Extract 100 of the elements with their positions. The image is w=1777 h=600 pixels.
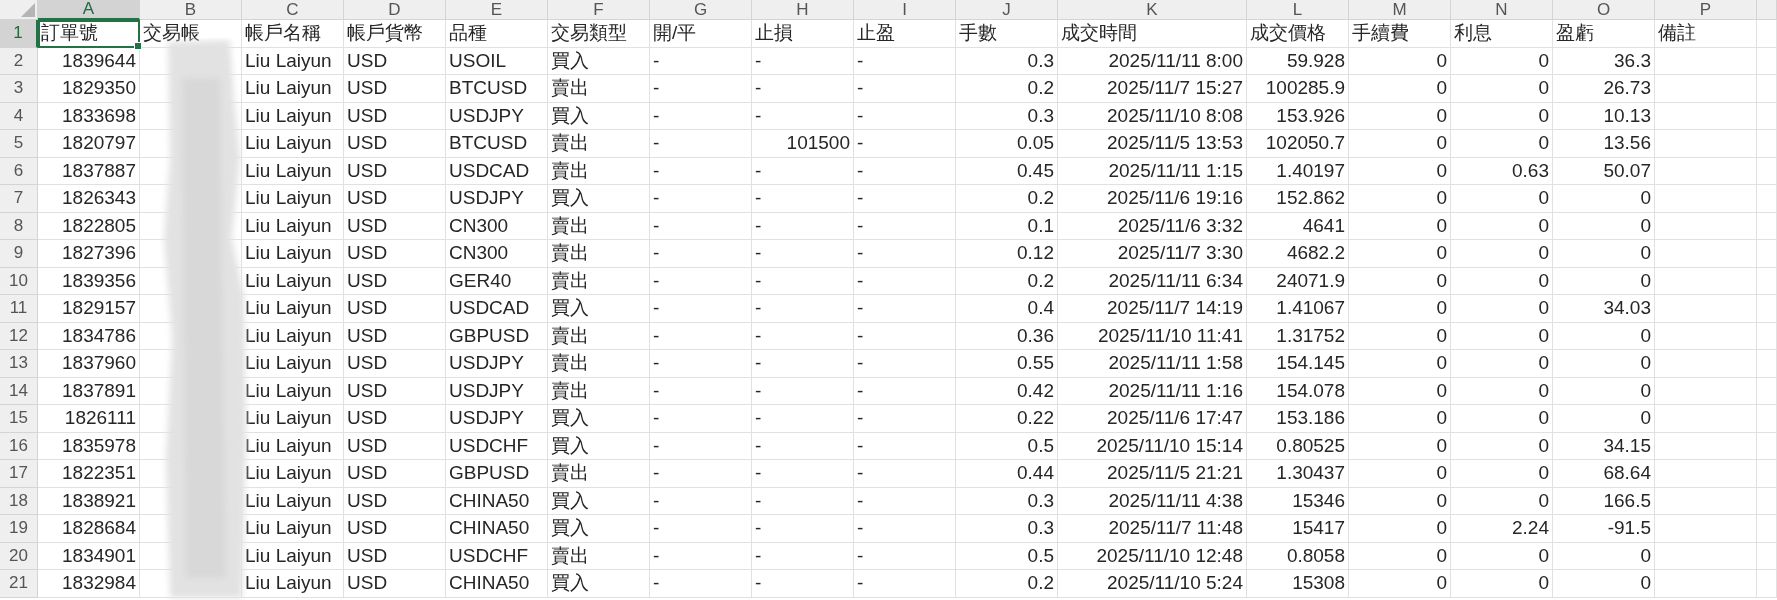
column-header[interactable]: K bbox=[1058, 0, 1247, 20]
row-header[interactable]: 13 bbox=[0, 350, 38, 378]
table-cell: - bbox=[650, 460, 752, 488]
table-cell: 0 bbox=[1553, 542, 1655, 570]
table-cell: - bbox=[854, 377, 956, 405]
table-cell: 1827396 bbox=[38, 240, 140, 268]
table-cell bbox=[1757, 295, 1777, 323]
row-header[interactable]: 3 bbox=[0, 75, 38, 103]
table-cell: USD bbox=[344, 212, 446, 240]
table-cell: 賣出 bbox=[548, 350, 650, 378]
column-header[interactable]: I bbox=[854, 0, 956, 20]
row-header[interactable]: 14 bbox=[0, 377, 38, 405]
table-cell: USD bbox=[344, 487, 446, 515]
table-cell: 利息 bbox=[1451, 20, 1553, 48]
table-cell: 24071.9 bbox=[1247, 267, 1349, 295]
column-header[interactable]: G bbox=[650, 0, 752, 20]
table-cell bbox=[1757, 570, 1777, 598]
column-header[interactable]: E bbox=[446, 0, 548, 20]
table-cell: - bbox=[752, 542, 854, 570]
row-header[interactable]: 10 bbox=[0, 267, 38, 295]
column-header[interactable] bbox=[1757, 0, 1777, 20]
select-all-button[interactable] bbox=[0, 0, 38, 20]
column-header[interactable]: H bbox=[752, 0, 854, 20]
table-cell: - bbox=[650, 405, 752, 433]
table-cell: 0.45 bbox=[956, 157, 1058, 185]
table-cell: - bbox=[854, 322, 956, 350]
table-cell: 2025/11/10 5:24 bbox=[1058, 570, 1247, 598]
table-cell: - bbox=[650, 130, 752, 158]
table-cell bbox=[1757, 75, 1777, 103]
table-cell: 2025/11/10 11:41 bbox=[1058, 322, 1247, 350]
table-cell: 2025/11/11 6:34 bbox=[1058, 267, 1247, 295]
row-header[interactable]: 16 bbox=[0, 432, 38, 460]
table-cell: 買入 bbox=[548, 295, 650, 323]
table-cell: - bbox=[752, 75, 854, 103]
table-cell: 2025/11/7 15:27 bbox=[1058, 75, 1247, 103]
table-cell: USD bbox=[344, 75, 446, 103]
table-cell: 買入 bbox=[548, 515, 650, 543]
table-cell: 0 bbox=[1349, 515, 1451, 543]
row-header[interactable]: 8 bbox=[0, 212, 38, 240]
table-cell: 買入 bbox=[548, 47, 650, 75]
table-cell: - bbox=[650, 570, 752, 598]
table-cell: - bbox=[752, 102, 854, 130]
row-header[interactable]: 9 bbox=[0, 240, 38, 268]
row-header[interactable]: 20 bbox=[0, 542, 38, 570]
row-header[interactable]: 1 bbox=[0, 20, 38, 48]
row-header[interactable]: 12 bbox=[0, 322, 38, 350]
table-cell: USDCAD bbox=[446, 157, 548, 185]
row-header[interactable]: 2 bbox=[0, 47, 38, 75]
table-cell: GER40 bbox=[446, 267, 548, 295]
table-cell: USD bbox=[344, 295, 446, 323]
table-cell: 0.5 bbox=[956, 542, 1058, 570]
column-header[interactable]: D bbox=[344, 0, 446, 20]
table-cell: - bbox=[650, 322, 752, 350]
column-header[interactable]: N bbox=[1451, 0, 1553, 20]
table-cell: 1837960 bbox=[38, 350, 140, 378]
row-header[interactable]: 15 bbox=[0, 405, 38, 433]
table-cell: Liu Laiyun bbox=[242, 212, 344, 240]
fill-handle[interactable] bbox=[134, 41, 142, 50]
table-cell: 0 bbox=[1451, 185, 1553, 213]
table-cell: 0 bbox=[1553, 185, 1655, 213]
column-header[interactable]: P bbox=[1655, 0, 1757, 20]
table-cell: USOIL bbox=[446, 47, 548, 75]
column-header[interactable]: B bbox=[140, 0, 242, 20]
table-cell: 1.30437 bbox=[1247, 460, 1349, 488]
table-cell: - bbox=[752, 515, 854, 543]
column-header[interactable]: C bbox=[242, 0, 344, 20]
column-header[interactable]: M bbox=[1349, 0, 1451, 20]
table-cell: - bbox=[752, 267, 854, 295]
table-cell: 0 bbox=[1553, 570, 1655, 598]
table-cell bbox=[1757, 377, 1777, 405]
column-header[interactable]: J bbox=[956, 0, 1058, 20]
row-header[interactable]: 7 bbox=[0, 185, 38, 213]
table-cell: 2025/11/11 4:38 bbox=[1058, 487, 1247, 515]
table-cell: 0 bbox=[1451, 240, 1553, 268]
row-header[interactable]: 21 bbox=[0, 570, 38, 598]
table-cell: - bbox=[854, 295, 956, 323]
table-cell: USD bbox=[344, 350, 446, 378]
table-cell: 1826111 bbox=[38, 405, 140, 433]
table-cell: 0 bbox=[1451, 405, 1553, 433]
table-cell bbox=[1757, 212, 1777, 240]
column-header[interactable]: A bbox=[38, 0, 140, 20]
table-cell: - bbox=[854, 157, 956, 185]
row-header[interactable]: 4 bbox=[0, 102, 38, 130]
column-header[interactable]: O bbox=[1553, 0, 1655, 20]
row-header[interactable]: 6 bbox=[0, 157, 38, 185]
row-header[interactable]: 18 bbox=[0, 487, 38, 515]
table-cell: 盈虧 bbox=[1553, 20, 1655, 48]
table-cell: 2025/11/5 13:53 bbox=[1058, 130, 1247, 158]
row-header[interactable]: 11 bbox=[0, 295, 38, 323]
table-cell: - bbox=[854, 405, 956, 433]
table-cell: 0.5 bbox=[956, 432, 1058, 460]
table-cell: BTCUSD bbox=[446, 75, 548, 103]
table-cell: 0 bbox=[1349, 47, 1451, 75]
column-header[interactable]: L bbox=[1247, 0, 1349, 20]
column-header[interactable]: F bbox=[548, 0, 650, 20]
row-header[interactable]: 17 bbox=[0, 460, 38, 488]
row-header[interactable]: 5 bbox=[0, 130, 38, 158]
table-cell: - bbox=[854, 460, 956, 488]
row-header[interactable]: 19 bbox=[0, 515, 38, 543]
table-cell: USD bbox=[344, 322, 446, 350]
